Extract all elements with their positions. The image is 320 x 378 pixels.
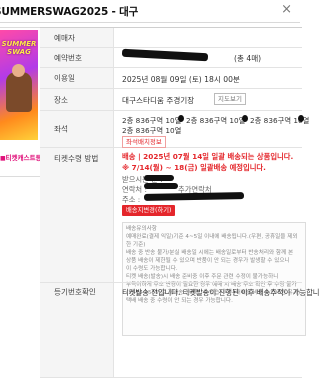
poster-figure <box>6 72 32 112</box>
row-delivery-method: 티켓수령 방법 배송 | 2025년 07월 14일 일괄 배송되는 상품입니다… <box>40 148 306 378</box>
redaction-mark <box>178 115 184 122</box>
row-booking-number: 예약번호 (총 4매) <box>40 48 302 68</box>
ticket-count: (총 4매) <box>234 54 262 63</box>
seat-item: 2층 836구역 10열 <box>122 116 182 125</box>
notice-line: 티켓 배송(발송)시 배송 준비중 이후 주문 관련 수정이 불가능하니 <box>126 274 279 280</box>
booking-number-label: 예약번호 <box>54 53 82 62</box>
redaction-mark <box>242 115 248 122</box>
tracking-value: 티켓발송 전입니다. 티켓발송이 진행된 이후 배송추적이 가능합니다. <box>122 288 320 297</box>
row-seat: 좌석 2층 836구역 10열 2층 836구역 10열 2층 836구역 10… <box>40 111 309 148</box>
notice-line: 이 수령도 가능합니다. <box>126 266 178 272</box>
redaction-mark <box>144 175 174 181</box>
notice-line: 상품 배송이 제한될 수 있으며 반품이 안 되는 경우가 발생할 수 있으니 <box>126 258 290 264</box>
seat-map-button[interactable]: 좌석배치정보 <box>122 136 166 148</box>
booker-label: 예매자 <box>54 33 75 42</box>
tracking-label: 등기번호확인 <box>54 287 96 297</box>
title-bar: SUMMERSWAG2025 - 대구 × <box>0 0 300 23</box>
row-venue: 장소 대구스타디움 주경기장 지도보기 <box>40 89 302 111</box>
seat-item: 2층 836구역 10열 <box>122 126 182 135</box>
poster-figure-head <box>12 64 25 77</box>
seat-label: 좌석 <box>54 124 68 134</box>
poster-subtitle: ■티켓캐스트등록 <box>0 154 40 162</box>
poster-logo: SUMMER SWAG <box>1 40 37 56</box>
redaction-mark <box>298 115 304 122</box>
notice-line: 한 기준) <box>126 242 146 248</box>
row-booker: 예매자 <box>40 28 302 48</box>
poster-image: SUMMER SWAG <box>0 30 38 140</box>
close-icon[interactable]: × <box>281 2 292 18</box>
row-tracking: 등기번호확인 티켓발송 전입니다. 티켓발송이 진행된 이후 배송추적이 가능합… <box>40 282 320 301</box>
row-date: 이용일 2025년 08월 09일 (토) 18시 00분 <box>40 68 302 89</box>
venue-label: 장소 <box>54 95 68 104</box>
delivery-notice-box: 배송유의사항 예매완료(결제 익일)기준 4~5일 이내에 배송됩니다.(우편,… <box>122 222 306 336</box>
notice-line: 배송 중 반송 불가/분실 배송일 시에는 배송일로부터 반송처리와 함께 본 <box>126 250 294 256</box>
map-button[interactable]: 지도보기 <box>214 93 246 105</box>
date-label: 이용일 <box>54 73 75 83</box>
reservation-info-table: 예매자 예약번호 (총 4매) 이용일 2025년 08월 09일 (토) 18… <box>40 27 309 378</box>
date-value: 2025년 08월 09일 (토) 18시 00분 <box>122 75 240 84</box>
redaction-mark <box>143 192 245 201</box>
redaction-mark <box>144 183 178 189</box>
redaction-mark <box>121 48 209 62</box>
page-title: SUMMERSWAG2025 - 대구 <box>0 6 139 18</box>
address-label: 주소 : <box>122 195 141 204</box>
event-poster[interactable]: SUMMER SWAG ■티켓캐스트등록 <box>0 27 41 177</box>
delivery-date-notice: 배송 | 2025년 07월 14일 일괄 배송되는 상품입니다. <box>122 152 294 161</box>
delivery-schedule-notice: ※ 7/14(월) ~ 18(금) 일괄배송 예정입니다. <box>122 163 266 172</box>
change-address-button[interactable]: 배송지변경(하기) <box>122 205 176 216</box>
delivery-method-label: 티켓수령 방법 <box>54 154 99 163</box>
seat-item: 2층 836구역 10열 <box>186 116 246 125</box>
notice-line: 예매완료(결제 익일)기준 4~5일 이내에 배송됩니다.(우편, 공휴일을 제… <box>126 234 298 240</box>
venue-value: 대구스타디움 주경기장 <box>122 96 195 105</box>
notice-line: 배송유의사항 <box>126 226 157 232</box>
